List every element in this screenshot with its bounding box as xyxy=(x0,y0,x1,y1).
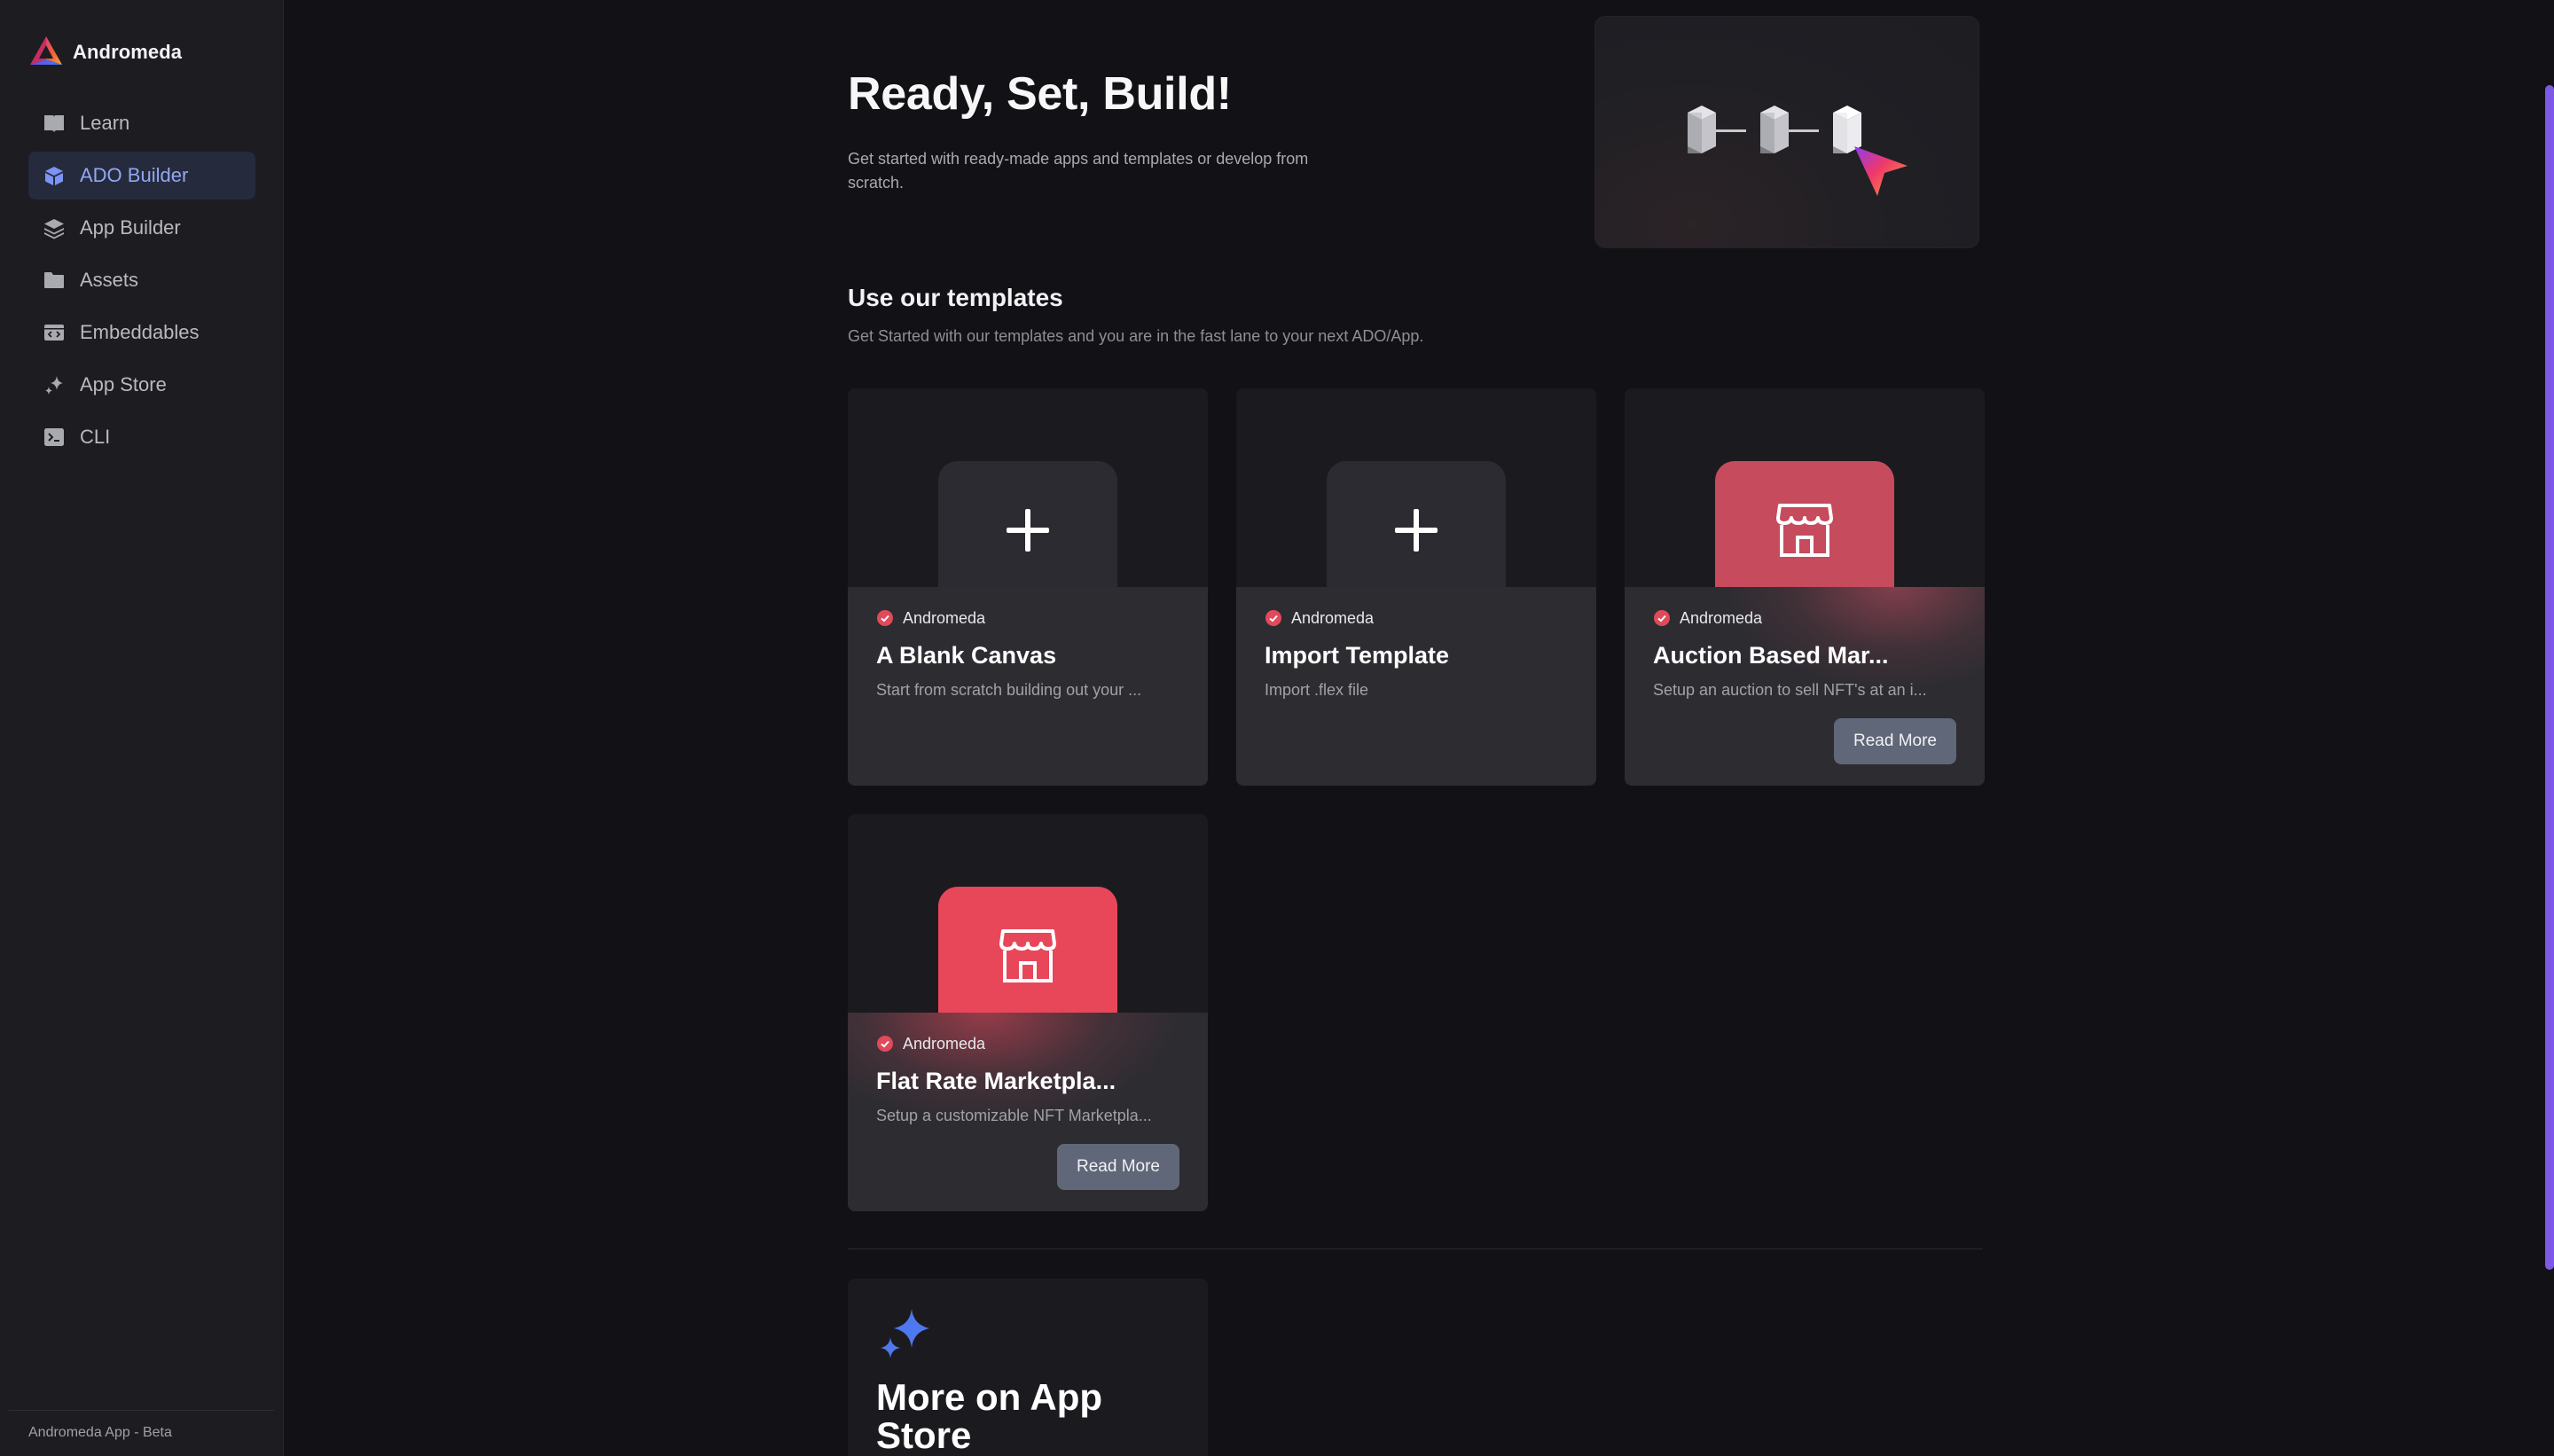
card-description: Import .flex file xyxy=(1265,681,1369,699)
cube-icon xyxy=(43,164,66,187)
read-more-button[interactable]: Read More xyxy=(1834,718,1956,764)
page-title: Ready, Set, Build! xyxy=(848,68,1232,120)
template-card-import-template[interactable]: Andromeda Import Template Import .flex f… xyxy=(1236,388,1596,786)
sidebar-item-ado-builder[interactable]: ADO Builder xyxy=(28,152,255,200)
sidebar-item-embeddables[interactable]: Embeddables xyxy=(28,309,255,356)
app-version-label: Andromeda App - Beta xyxy=(9,1410,274,1441)
sidebar-item-app-store[interactable]: App Store xyxy=(28,361,255,409)
main-content: Ready, Set, Build! Get started with read… xyxy=(284,0,2554,1456)
verified-badge-icon xyxy=(877,610,893,626)
terminal-icon xyxy=(43,426,66,449)
sidebar-item-cli[interactable]: CLI xyxy=(28,413,255,461)
sidebar-item-app-builder[interactable]: App Builder xyxy=(28,204,255,252)
brand[interactable]: Andromeda xyxy=(28,34,182,71)
app-store-title: More on App Store xyxy=(876,1376,1103,1456)
connected-blocks-icon xyxy=(1688,106,1908,196)
card-body: Andromeda Flat Rate Marketpla... Setup a… xyxy=(848,1013,1208,1211)
card-author-name: Andromeda xyxy=(1680,608,1763,627)
card-body: Andromeda Import Template Import .flex f… xyxy=(1236,587,1596,786)
card-author-name: Andromeda xyxy=(903,608,986,627)
scrollbar-thumb[interactable] xyxy=(2545,85,2554,1270)
brand-name: Andromeda xyxy=(73,41,183,63)
card-description: Setup a customizable NFT Marketpla... xyxy=(876,1107,1152,1124)
cursor-icon xyxy=(1854,146,1908,196)
card-title: A Blank Canvas xyxy=(876,642,1057,669)
storefront-icon xyxy=(999,929,1056,982)
card-author: Andromeda xyxy=(876,608,985,628)
card-author: Andromeda xyxy=(1653,608,1762,628)
verified-badge-icon xyxy=(1265,610,1281,626)
sidebar-item-label: ADO Builder xyxy=(80,164,189,186)
sidebar-item-label: Assets xyxy=(80,269,139,291)
card-title: Auction Based Mar... xyxy=(1653,642,1889,669)
page-subtitle: Get started with ready-made apps and tem… xyxy=(848,150,1309,192)
app-store-card[interactable]: More on App Store xyxy=(848,1279,1208,1456)
hero-illustration xyxy=(1594,16,1979,248)
sidebar-item-label: App Store xyxy=(80,373,167,395)
card-body: Andromeda A Blank Canvas Start from scra… xyxy=(848,587,1208,786)
verified-badge-icon xyxy=(1654,610,1670,626)
card-author: Andromeda xyxy=(876,1034,985,1053)
plus-icon xyxy=(1007,509,1049,552)
card-title: Flat Rate Marketpla... xyxy=(876,1068,1116,1094)
app-window: Andromeda Learn ADO Builder App Builder … xyxy=(0,0,2554,1456)
sidebar-item-label: Embeddables xyxy=(80,321,200,343)
card-author: Andromeda xyxy=(1265,608,1374,628)
card-description: Start from scratch building out your ... xyxy=(876,681,1142,699)
embed-icon xyxy=(43,321,66,344)
sparkles-icon xyxy=(43,373,66,396)
sidebar-item-label: CLI xyxy=(80,426,111,448)
sidebar-item-learn[interactable]: Learn xyxy=(28,99,255,147)
plus-icon xyxy=(1395,509,1438,552)
template-card-blank-canvas[interactable]: Andromeda A Blank Canvas Start from scra… xyxy=(848,388,1208,786)
read-more-button[interactable]: Read More xyxy=(1057,1144,1179,1190)
verified-badge-icon xyxy=(877,1036,893,1052)
templates-subheading: Get Started with our templates and you a… xyxy=(848,327,1424,345)
sidebar-item-label: App Builder xyxy=(80,216,181,239)
card-author-name: Andromeda xyxy=(903,1034,986,1053)
sidebar: Andromeda Learn ADO Builder App Builder … xyxy=(0,0,284,1456)
card-description: Setup an auction to sell NFT's at an i..… xyxy=(1653,681,1927,699)
layers-icon xyxy=(43,216,66,239)
book-icon xyxy=(43,112,66,135)
storefront-icon xyxy=(1776,504,1833,557)
andromeda-logo-icon xyxy=(28,35,64,70)
card-author-name: Andromeda xyxy=(1291,608,1375,627)
folder-icon xyxy=(43,269,66,292)
card-title: Import Template xyxy=(1265,642,1450,669)
sparkles-icon xyxy=(876,1305,933,1366)
sidebar-item-assets[interactable]: Assets xyxy=(28,256,255,304)
template-card-auction-marketplace[interactable]: Andromeda Auction Based Mar... Setup an … xyxy=(1625,388,1985,786)
templates-heading: Use our templates xyxy=(848,284,1063,311)
sidebar-item-label: Learn xyxy=(80,112,130,134)
sidebar-nav: Learn ADO Builder App Builder Assets Emb… xyxy=(28,99,255,466)
template-card-flat-rate-marketplace[interactable]: Andromeda Flat Rate Marketpla... Setup a… xyxy=(848,814,1208,1211)
card-body: Andromeda Auction Based Mar... Setup an … xyxy=(1625,587,1985,786)
